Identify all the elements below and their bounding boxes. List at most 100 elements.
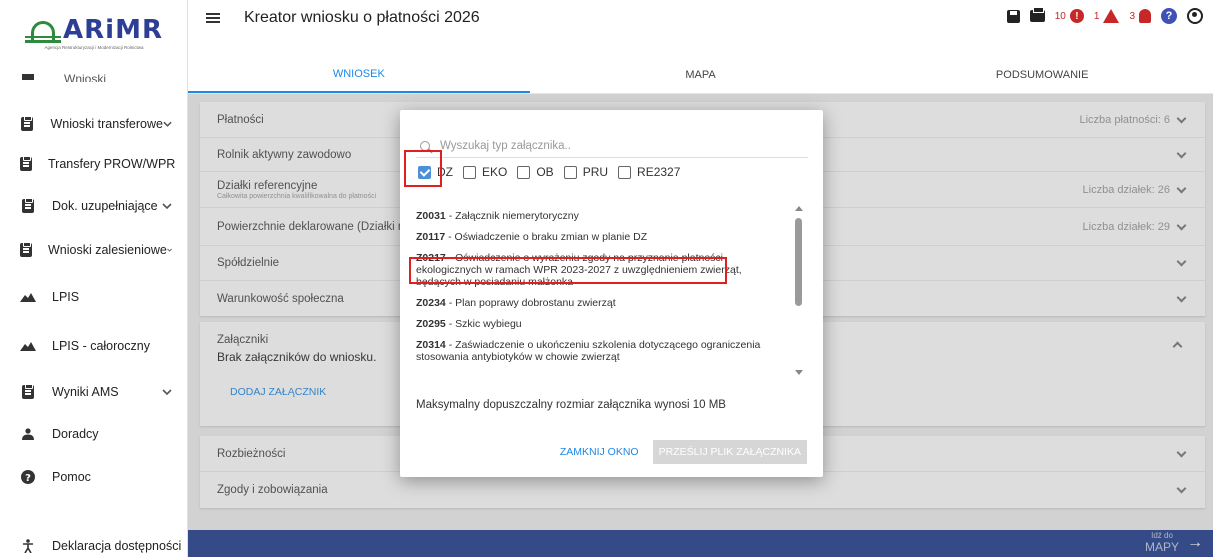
sidebar-item-wnioski-zalesieniowe[interactable]: Wnioski zalesieniowe bbox=[0, 230, 188, 270]
sidebar-item-label: LPIS - całoroczny bbox=[52, 339, 150, 353]
attachment-type-dialog: DZ EKO OB PRU RE2327 Z0031 - Załącznik n… bbox=[400, 110, 823, 477]
filter-label: OB bbox=[536, 165, 554, 179]
sidebar-item-lpis-caloroczny[interactable]: LPIS - całoroczny bbox=[0, 326, 188, 366]
clipboard-icon bbox=[20, 384, 36, 400]
sidebar-item-label: Deklaracja dostępności bbox=[52, 539, 182, 553]
highlight-frame-dz bbox=[404, 150, 442, 187]
clipboard-icon bbox=[20, 116, 34, 132]
sidebar-item-doradcy[interactable]: Doradcy bbox=[0, 414, 188, 454]
sidebar-item-lpis[interactable]: LPIS bbox=[0, 277, 188, 317]
filter-label: RE2327 bbox=[637, 165, 681, 179]
list-item[interactable]: Z0117 - Oświadczenie o braku zmian w pla… bbox=[416, 231, 788, 243]
item-text: - Plan poprawy dobrostanu zwierząt bbox=[445, 297, 616, 309]
warning-icon[interactable] bbox=[1103, 9, 1120, 23]
logo-arch-icon bbox=[25, 20, 62, 43]
error-icon[interactable]: ! bbox=[1069, 9, 1084, 23]
logo-text: ARiMR bbox=[63, 14, 163, 45]
attachment-search-input[interactable] bbox=[440, 139, 780, 152]
account-icon[interactable] bbox=[1187, 8, 1203, 24]
sidebar-item-transfery[interactable]: Transfery PROW/WPR bbox=[0, 144, 188, 184]
toolbar-icons: 10 ! 1 3 ? bbox=[1006, 7, 1203, 24]
sidebar: ARiMR Agencja Restrukturyzacji i Moderni… bbox=[0, 0, 188, 557]
main-tabs: WNIOSEK MAPA PODSUMOWANIE bbox=[188, 56, 1213, 94]
checkbox-icon bbox=[618, 165, 632, 179]
sidebar-item-label: Wnioski zalesieniowe bbox=[48, 243, 167, 257]
sidebar-item-dok-uzupelniajace[interactable]: Dok. uzupełniające bbox=[0, 186, 188, 226]
sidebar-item-wnioski-transferowe[interactable]: Wnioski transferowe bbox=[0, 104, 188, 144]
sidebar-item-label: Wnioski bbox=[64, 72, 107, 82]
sidebar-item-wyniki-ams[interactable]: Wyniki AMS bbox=[0, 372, 188, 412]
filter-label: PRU bbox=[582, 165, 609, 179]
list-scrollbar[interactable] bbox=[793, 206, 805, 376]
item-text: - Oświadczenie o braku zmian w planie DZ bbox=[445, 231, 648, 243]
item-code: Z0295 bbox=[416, 318, 446, 330]
filter-ob-checkbox[interactable]: OB bbox=[517, 165, 554, 179]
sidebar-item-label: Wyniki AMS bbox=[52, 385, 119, 399]
filter-label: EKO bbox=[482, 165, 508, 179]
attachment-filters: DZ EKO OB PRU RE2327 bbox=[418, 165, 680, 179]
close-dialog-button[interactable]: ZAMKNIJ OKNO bbox=[554, 440, 645, 464]
top-bar: Kreator wniosku o płatności 2026 10 ! 1 … bbox=[188, 0, 1213, 36]
clipboard-icon bbox=[22, 74, 34, 80]
chevron-down-icon bbox=[163, 121, 172, 127]
page-title: Kreator wniosku o płatności 2026 bbox=[244, 9, 480, 26]
print-icon[interactable] bbox=[1029, 7, 1045, 22]
person-icon bbox=[20, 426, 36, 442]
item-code: Z0031 bbox=[416, 210, 446, 222]
mountain-icon bbox=[20, 289, 36, 305]
svg-text:?: ? bbox=[25, 473, 31, 484]
bell-icon[interactable] bbox=[1139, 9, 1151, 23]
search-icon bbox=[420, 140, 430, 151]
scroll-up-arrow-icon[interactable] bbox=[795, 206, 803, 211]
chevron-down-icon bbox=[162, 203, 172, 210]
item-text: - Zaświadczenie o ukończeniu szkolenia d… bbox=[416, 339, 761, 363]
item-code: Z0234 bbox=[416, 297, 446, 309]
sidebar-item-label: LPIS bbox=[52, 290, 80, 304]
list-item[interactable]: Z0295 - Szkic wybiegu bbox=[416, 318, 788, 330]
clipboard-icon bbox=[20, 156, 32, 172]
item-code: Z0314 bbox=[416, 339, 446, 351]
filter-pru-checkbox[interactable]: PRU bbox=[563, 165, 609, 179]
sidebar-item-pomoc[interactable]: ? Pomoc bbox=[0, 457, 188, 497]
hamburger-menu-icon[interactable] bbox=[206, 13, 220, 23]
checkbox-icon bbox=[463, 165, 476, 179]
errors-count: 10 bbox=[1054, 10, 1066, 22]
item-code: Z0117 bbox=[416, 231, 446, 243]
help-icon: ? bbox=[20, 469, 36, 485]
clipboard-icon bbox=[20, 242, 32, 258]
checkbox-icon bbox=[517, 165, 531, 179]
sidebar-item-deklaracja[interactable]: Deklaracja dostępności bbox=[0, 526, 188, 557]
sidebar-item-label: Doradcy bbox=[52, 427, 99, 441]
item-text: - Załącznik niemerytoryczny bbox=[445, 210, 579, 222]
list-item[interactable]: Z0031 - Załącznik niemerytoryczny bbox=[416, 210, 788, 222]
attachment-type-list: Z0031 - Załącznik niemerytoryczny Z0117 … bbox=[416, 210, 788, 372]
item-text: - Szkic wybiegu bbox=[445, 318, 522, 330]
filter-eko-checkbox[interactable]: EKO bbox=[463, 165, 507, 179]
warnings-count: 1 bbox=[1093, 10, 1100, 22]
tab-mapa[interactable]: MAPA bbox=[530, 56, 872, 93]
clipboard-icon bbox=[20, 198, 36, 214]
list-item[interactable]: Z0314 - Zaświadczenie o ukończeniu szkol… bbox=[416, 339, 788, 363]
save-icon[interactable] bbox=[1006, 9, 1020, 23]
logo-subtitle: Agencja Restrukturyzacji i Modernizacji … bbox=[44, 44, 144, 50]
upload-attachment-button[interactable]: PRZEŚLIJ PLIK ZAŁĄCZNIKA bbox=[652, 440, 807, 464]
help-icon[interactable]: ? bbox=[1161, 8, 1177, 24]
scroll-down-arrow-icon[interactable] bbox=[795, 370, 803, 375]
mountain-icon bbox=[20, 338, 36, 354]
highlight-frame-z0117 bbox=[409, 257, 727, 284]
sidebar-item-clipped[interactable]: Wnioski bbox=[0, 62, 188, 82]
checkbox-icon bbox=[563, 165, 577, 179]
max-size-info: Maksymalny dopuszczalny rozmiar załączni… bbox=[416, 399, 726, 411]
sidebar-item-label: Pomoc bbox=[52, 470, 91, 484]
scrollbar-thumb[interactable] bbox=[795, 218, 802, 306]
chevron-down-icon bbox=[167, 248, 172, 252]
arimr-logo[interactable]: ARiMR Agencja Restrukturyzacji i Moderni… bbox=[0, 0, 188, 66]
tab-podsumowanie[interactable]: PODSUMOWANIE bbox=[871, 56, 1213, 93]
filter-re2327-checkbox[interactable]: RE2327 bbox=[618, 165, 680, 179]
sidebar-item-label: Wnioski transferowe bbox=[50, 117, 163, 131]
dialog-actions: ZAMKNIJ OKNO PRZEŚLIJ PLIK ZAŁĄCZNIKA bbox=[554, 440, 807, 464]
tab-wniosek[interactable]: WNIOSEK bbox=[188, 56, 530, 93]
search-bar bbox=[416, 134, 808, 158]
sidebar-item-label: Transfery PROW/WPR bbox=[48, 157, 176, 171]
list-item[interactable]: Z0234 - Plan poprawy dobrostanu zwierząt bbox=[416, 297, 788, 309]
